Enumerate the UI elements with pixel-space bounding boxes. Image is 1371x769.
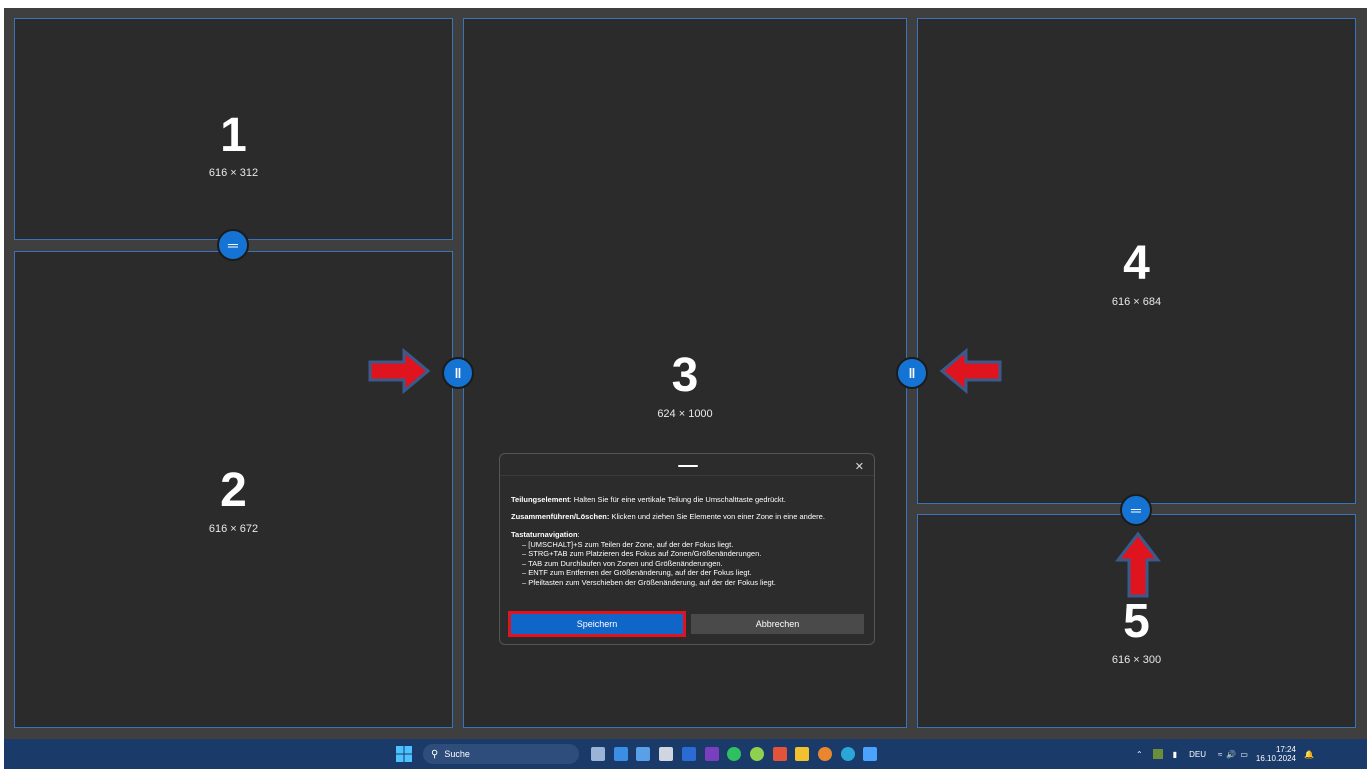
slides-icon[interactable] [772, 747, 787, 761]
parallel-lines-icon: ‖ [908, 365, 916, 381]
zone-number: 5 [1123, 595, 1150, 648]
equals-icon: ═ [1131, 502, 1141, 518]
app-icon[interactable] [749, 747, 764, 761]
search-icon: ⚲ [431, 748, 439, 760]
tray-app-icon[interactable] [1152, 749, 1163, 759]
list-item: – TAB zum Durchlaufen von Zonen und Größ… [522, 558, 723, 568]
resize-handle-horizontal-right[interactable]: ═ [1120, 494, 1152, 526]
edge-icon[interactable] [840, 747, 855, 761]
split-text: : Halten Sie für eine vertikale Teilung … [569, 495, 786, 504]
document-icon[interactable] [659, 747, 674, 761]
zone-2[interactable]: 2 616 × 672 [14, 251, 453, 728]
clock[interactable]: 17:24 16.10.2024 [1256, 745, 1296, 763]
taskbar: ⚲ Suche ⌃ ▮ DEU ≈ 🔊 ▭ 17:24 16.10.2024 🔔 [4, 739, 1367, 769]
divider [500, 475, 874, 476]
zone-size: 624 × 1000 [657, 408, 713, 420]
split-instruction: Teilungselement: Halten Sie für eine ver… [511, 495, 786, 504]
keyboard-colon: : [577, 530, 580, 539]
notification-bell-icon[interactable]: 🔔 [1304, 750, 1314, 759]
system-tray: ⌃ ▮ DEU ≈ 🔊 ▭ 17:24 16.10.2024 🔔 [1136, 739, 1314, 769]
red-arrow-right-icon [368, 348, 431, 394]
usb-icon[interactable]: ▮ [1173, 750, 1177, 759]
task-view-icon[interactable] [591, 747, 605, 761]
zone-size: 616 × 312 [208, 167, 259, 179]
zone-4[interactable]: 4 616 × 684 [917, 18, 1356, 504]
drag-handle[interactable] [678, 465, 698, 467]
zone-size: 616 × 672 [208, 523, 259, 535]
zone-1[interactable]: 1 616 × 312 [14, 18, 453, 240]
time: 17:24 [1275, 745, 1296, 754]
close-icon[interactable]: ✕ [855, 460, 864, 473]
store-icon[interactable] [613, 747, 628, 761]
layout-editor-dialog: ✕ Teilungselement: Halten Sie für eine v… [499, 453, 875, 645]
resize-handle-vertical-right[interactable]: ‖ [896, 357, 928, 389]
save-button[interactable]: Speichern [508, 611, 686, 637]
zone-size: 616 × 684 [1111, 296, 1162, 308]
list-item: – STRG+TAB zum Platzieren des Fokus auf … [522, 549, 762, 559]
resize-handle-vertical-left[interactable]: ‖ [442, 357, 474, 389]
merge-title: Zusammenführen/Löschen: [511, 512, 610, 521]
keyboard-title: Tastaturnavigation [511, 530, 578, 539]
list-item: – Pfeiltasten zum Verschieben der Größen… [522, 577, 776, 587]
merge-text: Klicken und ziehen Sie Elemente von eine… [609, 512, 825, 521]
zone-number: 3 [671, 349, 699, 402]
zone-size: 616 × 300 [1111, 654, 1162, 666]
resize-handle-horizontal-left[interactable]: ═ [217, 229, 249, 261]
list-item: – ENTF zum Entfernen der Größenänderung,… [522, 568, 752, 578]
cancel-button[interactable]: Abbrechen [691, 614, 864, 634]
zone-number: 2 [220, 464, 247, 517]
onenote-icon[interactable] [704, 747, 719, 761]
whatsapp-icon[interactable] [727, 747, 742, 761]
volume-icon[interactable]: 🔊 [1226, 750, 1236, 759]
firefox-icon[interactable] [818, 747, 832, 761]
wifi-icon[interactable]: ≈ [1218, 750, 1222, 759]
parallel-lines-icon: ‖ [454, 365, 462, 381]
keyboard-shortcut-list: – [UMSCHALT]+S zum Teilen der Zone, auf … [511, 540, 776, 587]
keyboard-navigation: Tastaturnavigation: [511, 530, 580, 539]
zone-number: 4 [1123, 237, 1150, 290]
battery-icon[interactable]: ▭ [1240, 750, 1248, 759]
red-arrow-up-icon [1115, 531, 1161, 598]
zone-number: 1 [220, 109, 247, 162]
merge-instruction: Zusammenführen/Löschen: Klicken und zieh… [511, 512, 825, 521]
fancyzones-icon[interactable] [863, 747, 878, 761]
date: 16.10.2024 [1255, 754, 1296, 763]
notes-icon[interactable] [636, 747, 651, 761]
split-title: Teilungselement [511, 495, 570, 504]
search-placeholder: Suche [444, 749, 470, 759]
search-box[interactable]: ⚲ Suche [423, 744, 579, 764]
windows-start-icon[interactable] [396, 746, 412, 762]
equals-icon: ═ [228, 237, 238, 253]
explorer-icon[interactable] [795, 747, 810, 761]
list-item: – [UMSCHALT]+S zum Teilen der Zone, auf … [522, 540, 734, 549]
red-arrow-left-icon [939, 348, 1002, 394]
chevron-up-icon[interactable]: ⌃ [1136, 750, 1143, 759]
word-icon[interactable] [681, 747, 696, 761]
language-indicator[interactable]: DEU [1189, 750, 1206, 759]
